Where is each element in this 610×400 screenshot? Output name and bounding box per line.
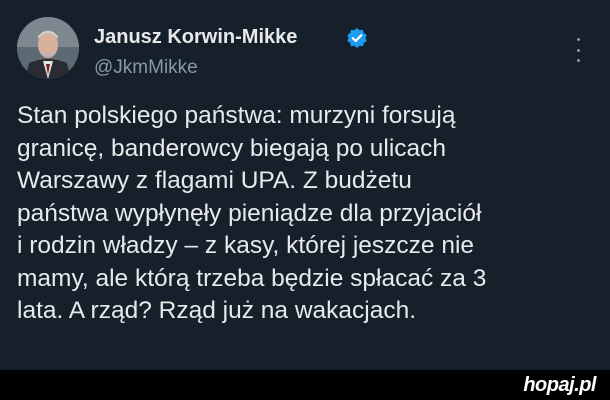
tweet-text: Stan polskiego państwa: murzyni forsują …	[17, 100, 597, 328]
more-dot	[576, 48, 580, 52]
tweet-text-line: Warszawy z flagami UPA. Z budżetu	[17, 167, 412, 194]
tweet-text-line: państwa wypłynęły pieniądze dla przyjaci…	[17, 199, 482, 227]
tweet-text-line: mamy, ale którą trzeba będzie spłacać za…	[17, 264, 487, 292]
verified-badge-icon	[347, 28, 367, 48]
more-dot	[576, 59, 580, 62]
author-name[interactable]: Janusz Korwin-Mikke	[94, 26, 297, 49]
author-handle[interactable]: @JkmMikke	[94, 57, 198, 79]
avatar-photo	[17, 17, 79, 79]
tweet-text-line: i rodzin władzy – z kasy, której jeszcze…	[17, 232, 475, 259]
avatar[interactable]	[17, 17, 79, 79]
watermark-bar: hopaj.pl	[0, 370, 610, 400]
tweet-text-line: granicę, banderowcy biegają po ulicach	[17, 134, 447, 162]
tweet-text-line: Stan polskiego państwa: murzyni forsują	[17, 102, 456, 129]
tweet-card: Janusz Korwin-Mikke @JkmMikke Stan polsk…	[0, 0, 610, 370]
more-vertical-icon[interactable]	[571, 38, 585, 62]
watermark-logo: hopaj.pl	[523, 374, 596, 396]
more-dot	[576, 38, 580, 41]
tweet-text-line: lata. A rząd? Rząd już na wakacjach.	[17, 297, 417, 324]
